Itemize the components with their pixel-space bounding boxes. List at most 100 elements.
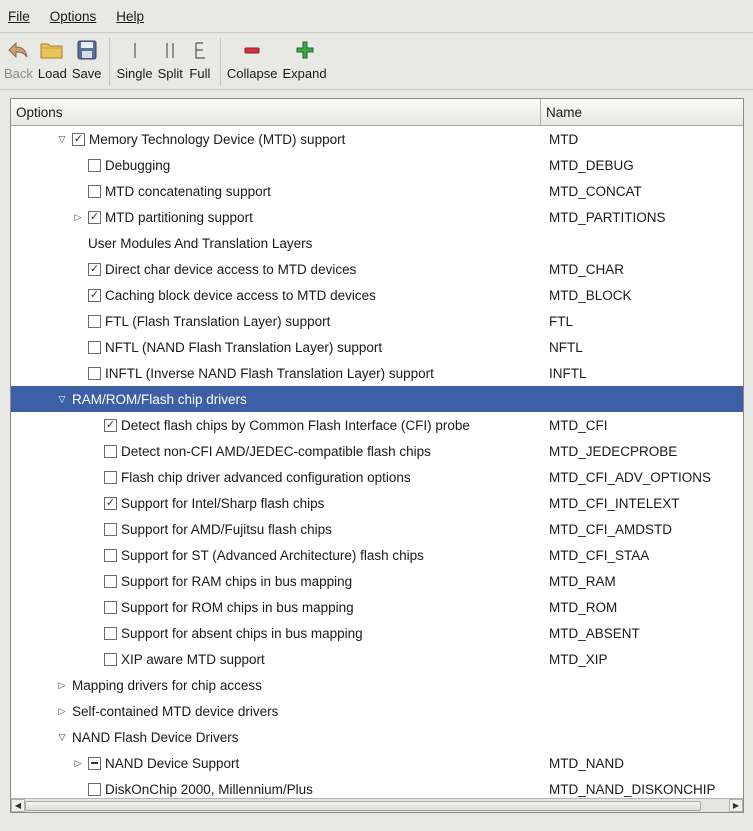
- option-cell: Detect flash chips by Common Flash Inter…: [11, 418, 541, 433]
- expander-open-icon[interactable]: ▽: [55, 132, 69, 146]
- tree-row[interactable]: INFTL (Inverse NAND Flash Translation La…: [11, 360, 743, 386]
- checkbox-checked[interactable]: [88, 288, 101, 302]
- expander-closed-icon[interactable]: ▷: [55, 678, 69, 692]
- menu-options-label: Options: [49, 8, 97, 24]
- options-tree[interactable]: Options Name ▽ Memory Technology Device (…: [10, 98, 744, 813]
- checkbox[interactable]: [104, 444, 117, 458]
- single-view-button[interactable]: Single: [116, 33, 153, 81]
- checkbox[interactable]: [104, 548, 117, 562]
- floppy-disk-icon: [75, 39, 99, 61]
- collapse-button[interactable]: Collapse: [227, 33, 278, 81]
- checkbox[interactable]: [104, 522, 117, 536]
- full-view-button[interactable]: Full: [188, 33, 212, 81]
- menu-file[interactable]: File: [8, 9, 30, 24]
- split-pane-icon: [158, 39, 182, 61]
- expander-open-icon[interactable]: ▽: [55, 730, 69, 744]
- symbol-name: MTD_CFI_AMDSTD: [549, 521, 673, 537]
- scroll-left-icon[interactable]: ◀: [11, 799, 25, 812]
- checkbox[interactable]: [88, 340, 101, 354]
- option-label: Mapping drivers for chip access: [72, 677, 262, 693]
- tree-row[interactable]: ▽ NAND Flash Device Drivers: [11, 724, 743, 750]
- tree-row[interactable]: NFTL (NAND Flash Translation Layer) supp…: [11, 334, 743, 360]
- column-header-name[interactable]: Name: [541, 99, 743, 125]
- checkbox[interactable]: [104, 652, 117, 666]
- option-cell: Direct char device access to MTD devices: [11, 262, 541, 277]
- tree-row[interactable]: FTL (Flash Translation Layer) support FTL: [11, 308, 743, 334]
- menu-options[interactable]: Options: [50, 9, 97, 24]
- scrollbar-thumb[interactable]: [25, 800, 701, 811]
- tree-row[interactable]: Direct char device access to MTD devices…: [11, 256, 743, 282]
- plus-icon: [293, 39, 317, 61]
- checkbox-checked[interactable]: [88, 262, 101, 276]
- checkbox[interactable]: [88, 314, 101, 328]
- tree-row[interactable]: ▽ Memory Technology Device (MTD) support M…: [11, 126, 743, 152]
- split-view-button[interactable]: Split: [158, 33, 183, 81]
- checkbox[interactable]: [88, 158, 101, 172]
- checkbox-checked[interactable]: [88, 210, 101, 224]
- option-label: NAND Flash Device Drivers: [72, 729, 239, 745]
- expand-button[interactable]: Expand: [283, 33, 327, 81]
- checkbox-checked[interactable]: [104, 418, 117, 432]
- tree-row[interactable]: Support for RAM chips in bus mapping MTD_…: [11, 568, 743, 594]
- option-cell: XIP aware MTD support: [11, 652, 541, 667]
- toolbar: Back Load Save Single Split Full Collaps…: [0, 32, 753, 90]
- checkbox[interactable]: [104, 470, 117, 484]
- checkbox[interactable]: [88, 184, 101, 198]
- tree-row[interactable]: ▷ Self-contained MTD device drivers: [11, 698, 743, 724]
- checkbox[interactable]: [104, 574, 117, 588]
- tree-row[interactable]: ▷ NAND Device Support MTD_NAND: [11, 750, 743, 776]
- tree-header: Options Name: [11, 99, 743, 126]
- expander-open-icon[interactable]: ▽: [55, 392, 69, 406]
- tree-row[interactable]: Support for ST (Advanced Architecture) f…: [11, 542, 743, 568]
- tree-row[interactable]: Debugging MTD_DEBUG: [11, 152, 743, 178]
- tree-row[interactable]: ▷ MTD partitioning support MTD_PARTITIONS: [11, 204, 743, 230]
- checkbox-checked[interactable]: [104, 496, 117, 510]
- tree-row[interactable]: ▽ RAM/ROM/Flash chip drivers: [11, 386, 743, 412]
- column-header-options[interactable]: Options: [11, 99, 541, 125]
- expander-closed-icon[interactable]: ▷: [71, 756, 85, 770]
- option-cell: ▽ Memory Technology Device (MTD) support: [11, 132, 541, 147]
- back-button[interactable]: Back: [4, 33, 33, 81]
- tree-row[interactable]: MTD concatenating support MTD_CONCAT: [11, 178, 743, 204]
- symbol-name: INFTL: [549, 365, 587, 381]
- symbol-name: MTD_JEDECPROBE: [549, 443, 678, 459]
- symbol-name: MTD_RAM: [549, 573, 616, 589]
- horizontal-scrollbar[interactable]: ◀ ▶: [11, 798, 743, 812]
- tree-row[interactable]: Support for ROM chips in bus mapping MTD_…: [11, 594, 743, 620]
- expander-closed-icon[interactable]: ▷: [71, 210, 85, 224]
- option-label: Support for AMD/Fujitsu flash chips: [121, 521, 332, 537]
- option-label: NFTL (NAND Flash Translation Layer) supp…: [105, 339, 383, 355]
- tree-row[interactable]: Detect non-CFI AMD/JEDEC-compatible flas…: [11, 438, 743, 464]
- scroll-right-icon[interactable]: ▶: [729, 799, 743, 812]
- tree-row[interactable]: XIP aware MTD support MTD_XIP: [11, 646, 743, 672]
- option-label: Debugging: [105, 157, 171, 173]
- tree-row[interactable]: Support for Intel/Sharp flash chips MTD_C…: [11, 490, 743, 516]
- checkbox-mixed[interactable]: [88, 756, 101, 770]
- option-cell: ▷ Self-contained MTD device drivers: [11, 704, 541, 719]
- tree-row[interactable]: Support for AMD/Fujitsu flash chips MTD_C…: [11, 516, 743, 542]
- checkbox-checked[interactable]: [72, 132, 85, 146]
- tree-row[interactable]: Support for absent chips in bus mapping M…: [11, 620, 743, 646]
- option-cell: MTD concatenating support: [11, 184, 541, 199]
- load-button[interactable]: Load: [38, 33, 67, 81]
- split-label: Split: [157, 66, 183, 81]
- tree-row[interactable]: Caching block device access to MTD devic…: [11, 282, 743, 308]
- tree-row[interactable]: User Modules And Translation Layers: [11, 230, 743, 256]
- tree-row[interactable]: Detect flash chips by Common Flash Inter…: [11, 412, 743, 438]
- expander-closed-icon[interactable]: ▷: [55, 704, 69, 718]
- menu-help[interactable]: Help: [116, 9, 144, 24]
- tree-row[interactable]: ▷ Mapping drivers for chip access: [11, 672, 743, 698]
- checkbox[interactable]: [88, 782, 101, 796]
- save-button[interactable]: Save: [72, 33, 101, 81]
- checkbox[interactable]: [88, 366, 101, 380]
- tree-row[interactable]: Flash chip driver advanced configuration…: [11, 464, 743, 490]
- option-label: Detect flash chips by Common Flash Inter…: [121, 417, 470, 433]
- scrollbar-track[interactable]: [25, 800, 729, 812]
- option-cell: Support for ROM chips in bus mapping: [11, 600, 541, 615]
- checkbox[interactable]: [104, 600, 117, 614]
- checkbox[interactable]: [104, 626, 117, 640]
